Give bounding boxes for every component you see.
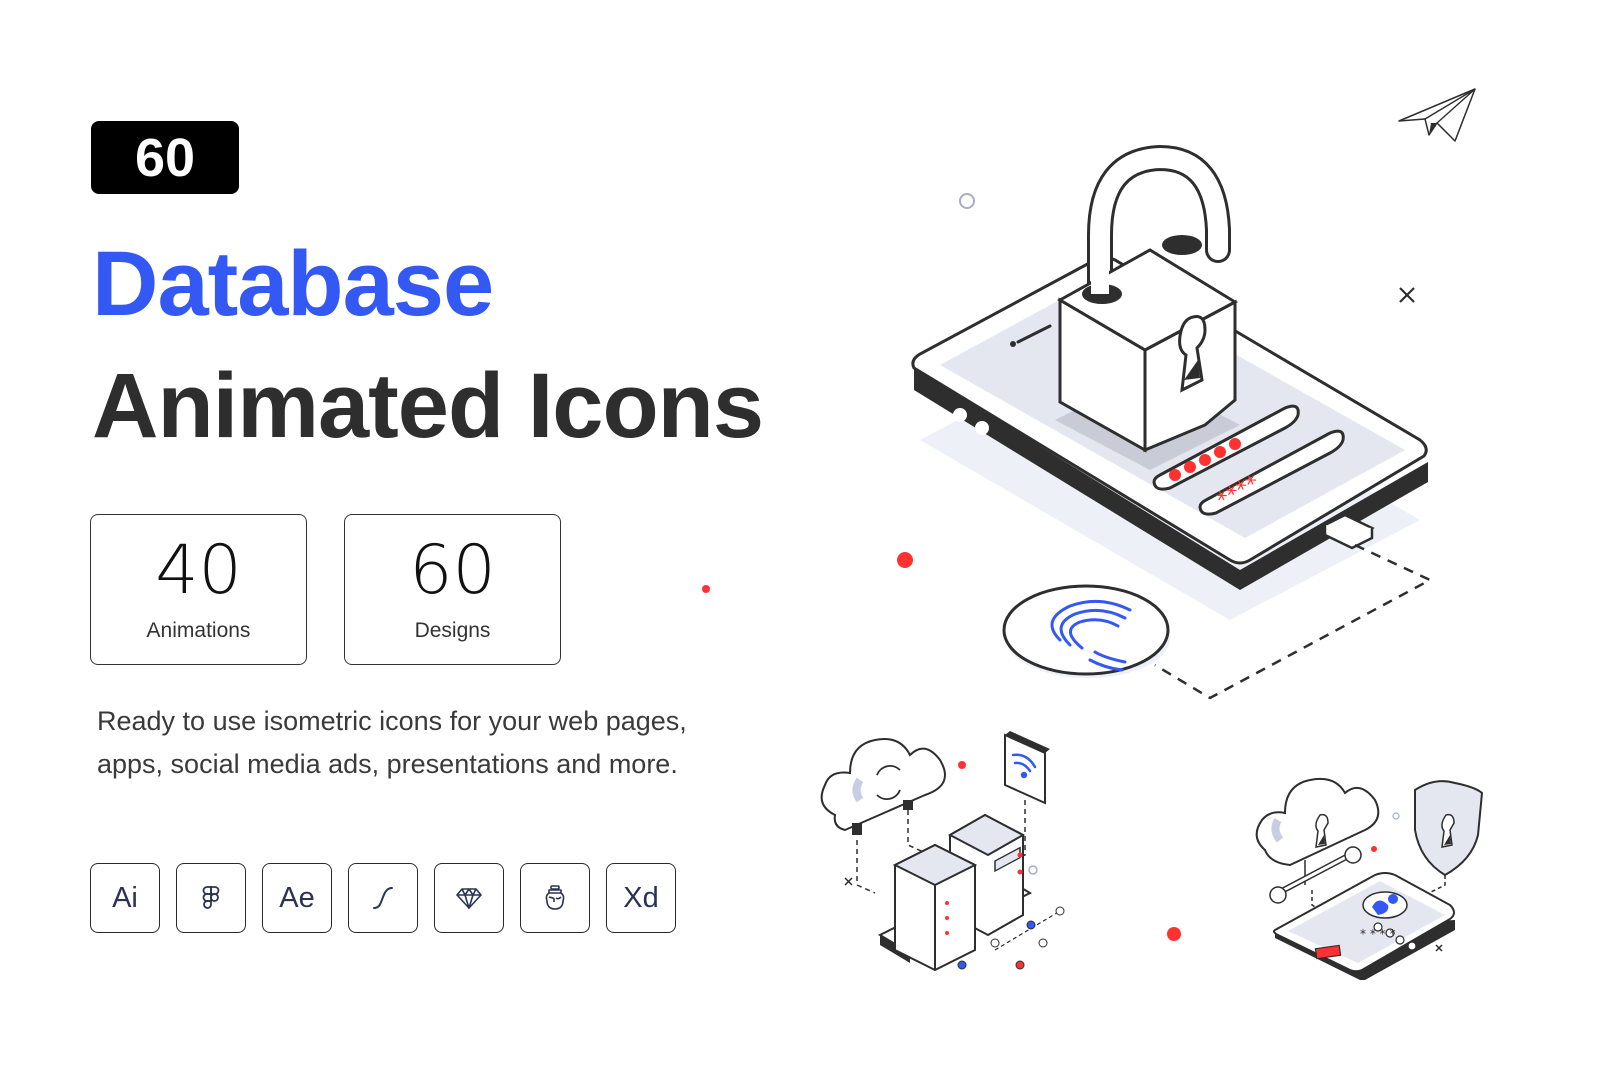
stat-label: Animations bbox=[146, 619, 251, 642]
fingerprint-pad bbox=[1002, 584, 1170, 676]
tool-iconjar[interactable] bbox=[520, 863, 590, 933]
count-badge: 60 bbox=[91, 121, 239, 194]
tool-sketch[interactable] bbox=[434, 863, 504, 933]
xd-icon: Xd bbox=[623, 881, 659, 914]
server-cloud-illustration bbox=[820, 731, 1065, 972]
stat-value: 40 bbox=[155, 531, 242, 610]
tool-after-effects[interactable]: Ae bbox=[262, 863, 332, 933]
tool-lottie[interactable] bbox=[348, 863, 418, 933]
tool-figma[interactable] bbox=[176, 863, 246, 933]
red-dot bbox=[1167, 927, 1181, 941]
svg-text:* * * *: * * * * bbox=[1360, 927, 1395, 941]
illustrator-icon: Ai bbox=[112, 881, 138, 914]
lottie-icon bbox=[373, 887, 393, 909]
camera-dot bbox=[953, 408, 967, 422]
red-dot bbox=[702, 585, 710, 593]
title-main: Animated Icons bbox=[92, 355, 764, 457]
lock-phone-illustration: **** bbox=[911, 144, 1433, 700]
stat-label: Designs bbox=[414, 619, 491, 642]
stat-card-animations: 40 Animations bbox=[90, 514, 307, 665]
camera-dot bbox=[975, 421, 989, 435]
cloud-phone-shield-illustration: * * * * bbox=[1255, 777, 1484, 980]
stat-card-designs: 60 Designs bbox=[344, 514, 561, 665]
cloud-icon bbox=[820, 738, 946, 832]
after-effects-icon: Ae bbox=[279, 881, 315, 914]
tool-list: Ai Ae Xd bbox=[90, 863, 676, 933]
count-badge-label: 60 bbox=[134, 127, 196, 188]
title-highlight: Database bbox=[92, 233, 494, 335]
figma-icon bbox=[202, 886, 220, 909]
stat-value: 60 bbox=[409, 531, 496, 610]
description: Ready to use isometric icons for your we… bbox=[97, 706, 687, 779]
jar-icon bbox=[545, 885, 565, 910]
tool-illustrator[interactable]: Ai bbox=[90, 863, 160, 933]
tool-xd[interactable]: Xd bbox=[606, 863, 676, 933]
sketch-diamond-icon bbox=[456, 888, 482, 909]
